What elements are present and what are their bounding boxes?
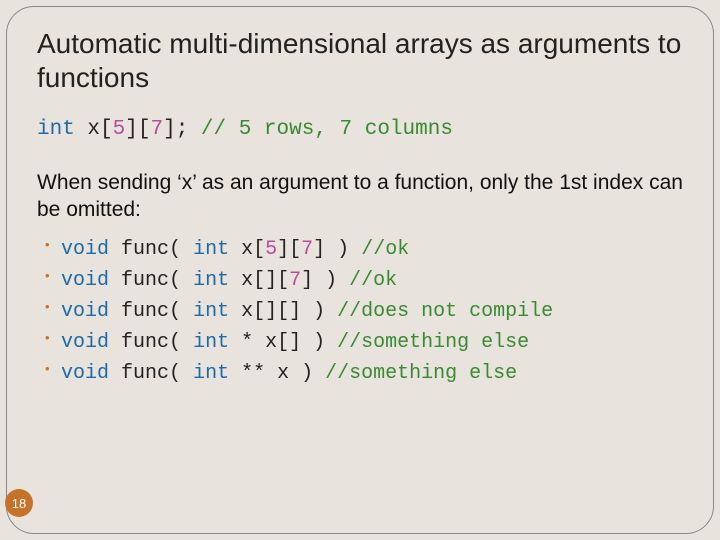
code-frag: x[][ bbox=[241, 269, 289, 292]
fn-name: func( bbox=[121, 300, 181, 323]
kw-void: void bbox=[61, 300, 109, 323]
decl-semi: ; bbox=[176, 118, 189, 141]
decl-lb1: [ bbox=[100, 118, 113, 141]
list-item: void func( int x[][] ) //does not compil… bbox=[61, 296, 683, 327]
comment: //ok bbox=[361, 238, 409, 261]
code-frag: ] ) bbox=[301, 269, 337, 292]
decl-keyword: int bbox=[37, 118, 75, 141]
kw-int: int bbox=[193, 331, 229, 354]
kw-int: int bbox=[193, 362, 229, 385]
decl-id: x bbox=[87, 118, 100, 141]
fn-name: func( bbox=[121, 362, 181, 385]
body-paragraph: When sending ‘x’ as an argument to a fun… bbox=[37, 169, 683, 224]
num-frag: 7 bbox=[301, 238, 313, 261]
num-frag: 5 bbox=[265, 238, 277, 261]
kw-int: int bbox=[193, 269, 229, 292]
page-number-badge: 18 bbox=[5, 489, 33, 517]
array-declaration: int x[5][7]; // 5 rows, 7 columns bbox=[37, 118, 683, 141]
kw-void: void bbox=[61, 362, 109, 385]
decl-n1: 5 bbox=[113, 118, 126, 141]
decl-n2: 7 bbox=[150, 118, 163, 141]
slide-title: Automatic multi-dimensional arrays as ar… bbox=[37, 27, 683, 94]
code-frag: ** x ) bbox=[241, 362, 313, 385]
decl-comment: // 5 rows, 7 columns bbox=[201, 118, 453, 141]
page-number: 18 bbox=[12, 496, 26, 511]
list-item: void func( int ** x ) //something else bbox=[61, 358, 683, 389]
comment: //does not compile bbox=[337, 300, 553, 323]
fn-name: func( bbox=[121, 238, 181, 261]
list-item: void func( int x[5][7] ) //ok bbox=[61, 234, 683, 265]
comment: //ok bbox=[349, 269, 397, 292]
slide-frame: Automatic multi-dimensional arrays as ar… bbox=[6, 6, 714, 534]
list-item: void func( int * x[] ) //something else bbox=[61, 327, 683, 358]
decl-lb2: [ bbox=[138, 118, 151, 141]
code-frag: ] ) bbox=[313, 238, 349, 261]
kw-void: void bbox=[61, 269, 109, 292]
kw-void: void bbox=[61, 331, 109, 354]
fn-name: func( bbox=[121, 269, 181, 292]
code-frag: x[ bbox=[241, 238, 265, 261]
comment: //something else bbox=[325, 362, 517, 385]
decl-rb1: ] bbox=[125, 118, 138, 141]
kw-int: int bbox=[193, 300, 229, 323]
decl-rb2: ] bbox=[163, 118, 176, 141]
code-frag: x[][] ) bbox=[241, 300, 325, 323]
num-frag: 7 bbox=[289, 269, 301, 292]
kw-void: void bbox=[61, 238, 109, 261]
code-frag: * x[] ) bbox=[241, 331, 325, 354]
fn-name: func( bbox=[121, 331, 181, 354]
list-item: void func( int x[][7] ) //ok bbox=[61, 265, 683, 296]
code-frag: ][ bbox=[277, 238, 301, 261]
kw-int: int bbox=[193, 238, 229, 261]
example-list: void func( int x[5][7] ) //ok void func(… bbox=[37, 234, 683, 389]
comment: //something else bbox=[337, 331, 529, 354]
